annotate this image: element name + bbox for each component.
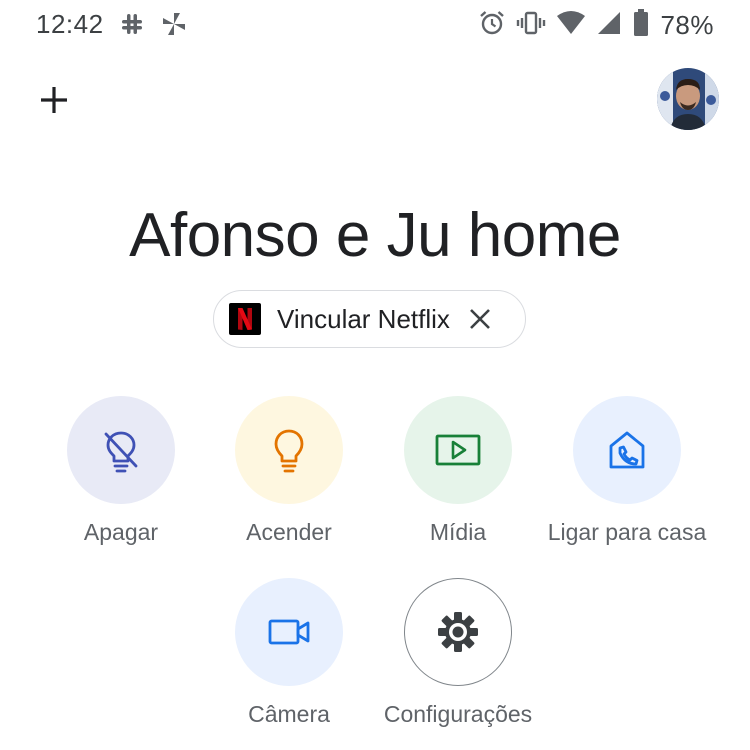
camera-label: Câmera bbox=[248, 701, 330, 727]
lightbulb-off-icon bbox=[104, 431, 138, 473]
acender-label: Acender bbox=[246, 519, 332, 545]
chip-label: Vincular Netflix bbox=[277, 303, 450, 334]
apagar-circle bbox=[67, 396, 175, 504]
video-camera-icon bbox=[268, 619, 310, 645]
status-system-icons: 78% bbox=[478, 8, 714, 43]
configuracoes-label: Configurações bbox=[383, 701, 533, 727]
camera-circle bbox=[235, 578, 343, 686]
user-avatar-image bbox=[657, 68, 719, 130]
slack-icon bbox=[118, 10, 146, 43]
configuracoes-circle bbox=[404, 578, 512, 686]
lightbulb-icon bbox=[274, 429, 304, 473]
netflix-logo-icon bbox=[229, 303, 261, 335]
battery-percent: 78% bbox=[660, 10, 714, 40]
midia-circle bbox=[404, 396, 512, 504]
signal-icon bbox=[596, 9, 622, 42]
link-netflix-chip[interactable]: Vincular Netflix bbox=[213, 290, 526, 348]
status-bar: 12:42 78% bbox=[0, 0, 750, 48]
ligar-label: Ligar para casa bbox=[547, 519, 707, 545]
plus-icon bbox=[41, 87, 67, 113]
acender-button[interactable]: Acender bbox=[204, 396, 374, 546]
status-time: 12:42 bbox=[36, 9, 104, 39]
add-button[interactable] bbox=[36, 82, 72, 118]
alarm-icon bbox=[478, 9, 506, 42]
gear-icon bbox=[438, 612, 478, 652]
configuracoes-button[interactable]: Configurações bbox=[373, 578, 543, 728]
home-phone-icon bbox=[609, 431, 645, 469]
media-play-icon bbox=[435, 434, 481, 466]
midia-label: Mídia bbox=[429, 519, 487, 545]
battery-icon bbox=[632, 8, 650, 43]
apagar-label: Apagar bbox=[83, 519, 159, 545]
pinwheel-icon bbox=[160, 10, 188, 43]
camera-button[interactable]: Câmera bbox=[204, 578, 374, 728]
home-title: Afonso e Ju home bbox=[129, 201, 621, 270]
status-notification-icons bbox=[118, 10, 188, 43]
apagar-button[interactable]: Apagar bbox=[36, 396, 206, 546]
close-icon[interactable] bbox=[468, 307, 492, 331]
vibrate-icon bbox=[516, 9, 546, 42]
acender-circle bbox=[235, 396, 343, 504]
avatar[interactable] bbox=[657, 68, 719, 130]
ligar-circle bbox=[573, 396, 681, 504]
ligar-para-casa-button[interactable]: Ligar para casa bbox=[542, 396, 712, 546]
midia-button[interactable]: Mídia bbox=[373, 396, 543, 546]
wifi-icon bbox=[556, 9, 586, 42]
